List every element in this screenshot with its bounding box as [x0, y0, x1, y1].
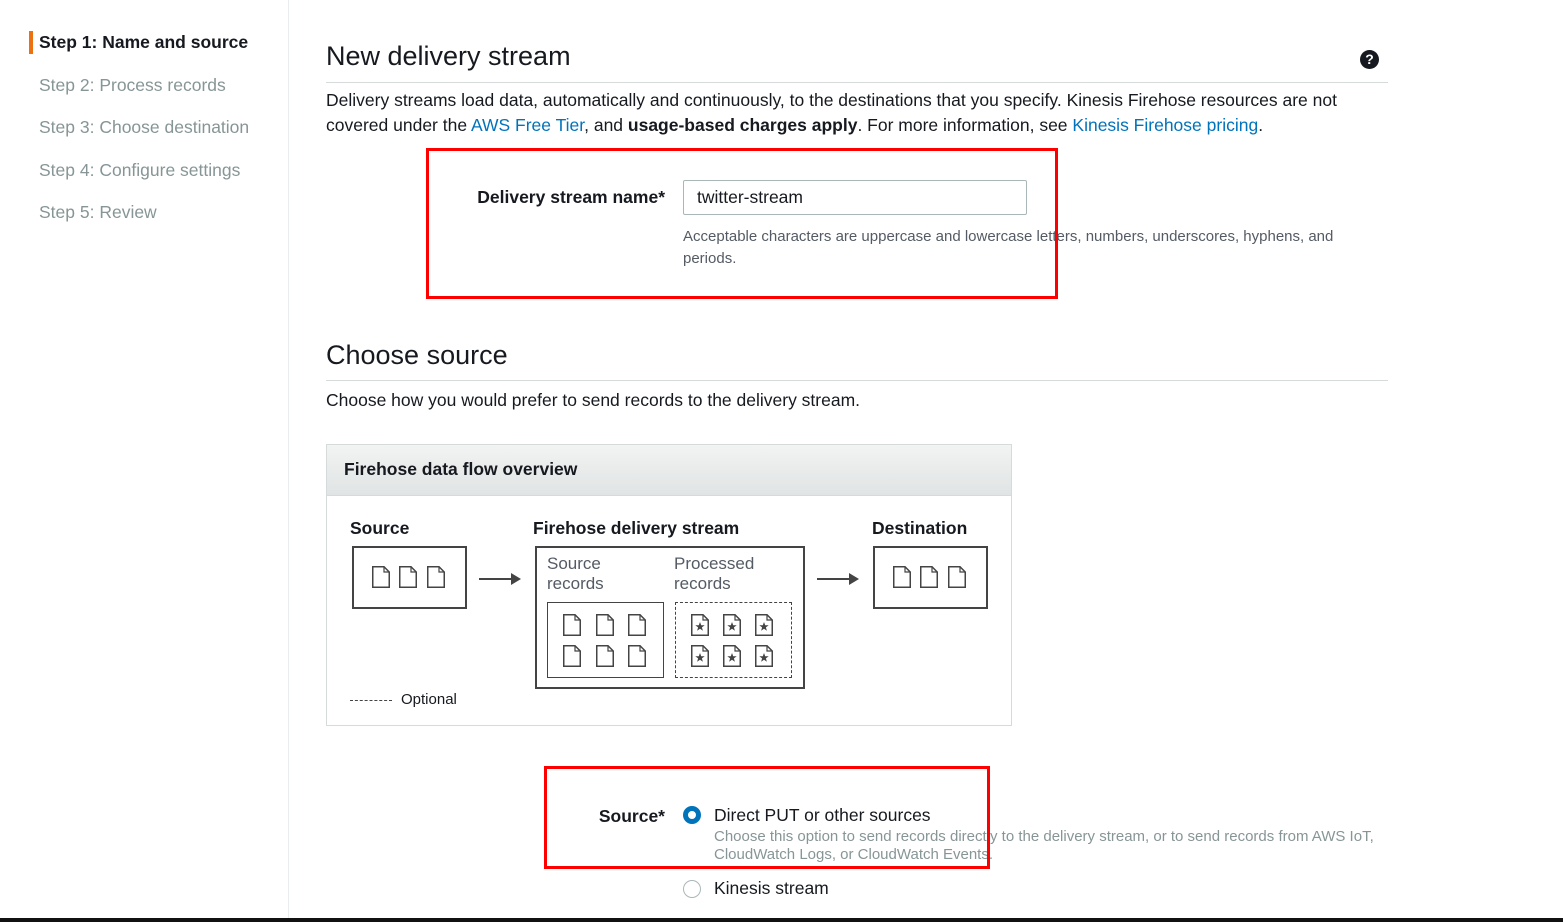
- usage-charges-text: usage-based charges apply: [627, 115, 858, 135]
- document-icon: [628, 614, 646, 636]
- help-icon[interactable]: ?: [1360, 50, 1379, 69]
- choose-source-divider: [326, 380, 1388, 381]
- document-icon: [948, 566, 966, 588]
- highlight-annotation-name: [426, 148, 1058, 299]
- document-icon: [596, 645, 614, 667]
- document-icon: [920, 566, 938, 588]
- radio-kinesis-stream-label[interactable]: Kinesis stream: [714, 878, 829, 899]
- starred-document-icon: [724, 646, 741, 667]
- delivery-stream-name-hint: Acceptable characters are uppercase and …: [683, 228, 1334, 267]
- source-records-document-icons: [563, 614, 646, 667]
- radio-kinesis-stream[interactable]: [683, 880, 701, 898]
- destination-document-icons: [893, 566, 966, 588]
- aws-free-tier-link[interactable]: AWS Free Tier: [471, 115, 584, 135]
- document-icon: [372, 566, 390, 588]
- step-5-review[interactable]: Step 5: Review: [39, 202, 157, 223]
- intro-paragraph: Delivery streams load data, automaticall…: [326, 90, 1337, 135]
- choose-source-title: Choose source: [326, 340, 508, 370]
- document-icon: [399, 566, 417, 588]
- starred-document-icon: [692, 646, 709, 667]
- document-icon: [563, 614, 581, 636]
- step-4-configure-settings[interactable]: Step 4: Configure settings: [39, 160, 240, 181]
- title-divider: [326, 82, 1388, 83]
- step-1-name-and-source[interactable]: Step 1: Name and source: [39, 32, 248, 53]
- starred-document-icon: [756, 615, 773, 636]
- step-3-choose-destination[interactable]: Step 3: Choose destination: [39, 117, 249, 138]
- source-label: Source*: [598, 806, 665, 826]
- processed-records-document-icons: [692, 615, 773, 667]
- starred-document-icon: [724, 615, 741, 636]
- document-icon: [893, 566, 911, 588]
- document-icon: [563, 645, 581, 667]
- radio-direct-put-label[interactable]: Direct PUT or other sources: [714, 805, 931, 826]
- diagram-document-icons: [372, 566, 966, 667]
- bottom-border: [0, 918, 1563, 922]
- step-2-process-records[interactable]: Step 2: Process records: [39, 75, 226, 96]
- delivery-stream-name-input[interactable]: [683, 180, 1027, 215]
- source-document-icons: [372, 566, 445, 588]
- radio-direct-put[interactable]: [683, 806, 701, 824]
- firehose-data-flow-diagram: Firehose data flow overview Source Fireh…: [326, 444, 1012, 726]
- active-step-indicator: [29, 31, 33, 54]
- radio-direct-put-description: Choose this option to send records direc…: [714, 828, 1374, 863]
- starred-document-icon: [756, 646, 773, 667]
- document-icon: [427, 566, 445, 588]
- document-icon: [628, 645, 646, 667]
- wizard-steps-sidebar: Step 1: Name and source Step 2: Process …: [0, 0, 289, 918]
- delivery-stream-name-label: Delivery stream name*: [477, 187, 665, 207]
- starred-document-icon: [692, 615, 709, 636]
- choose-source-description: Choose how you would prefer to send reco…: [326, 390, 861, 410]
- page-title: New delivery stream: [326, 41, 571, 71]
- kinesis-firehose-pricing-link[interactable]: Kinesis Firehose pricing: [1072, 115, 1258, 135]
- document-icon: [596, 614, 614, 636]
